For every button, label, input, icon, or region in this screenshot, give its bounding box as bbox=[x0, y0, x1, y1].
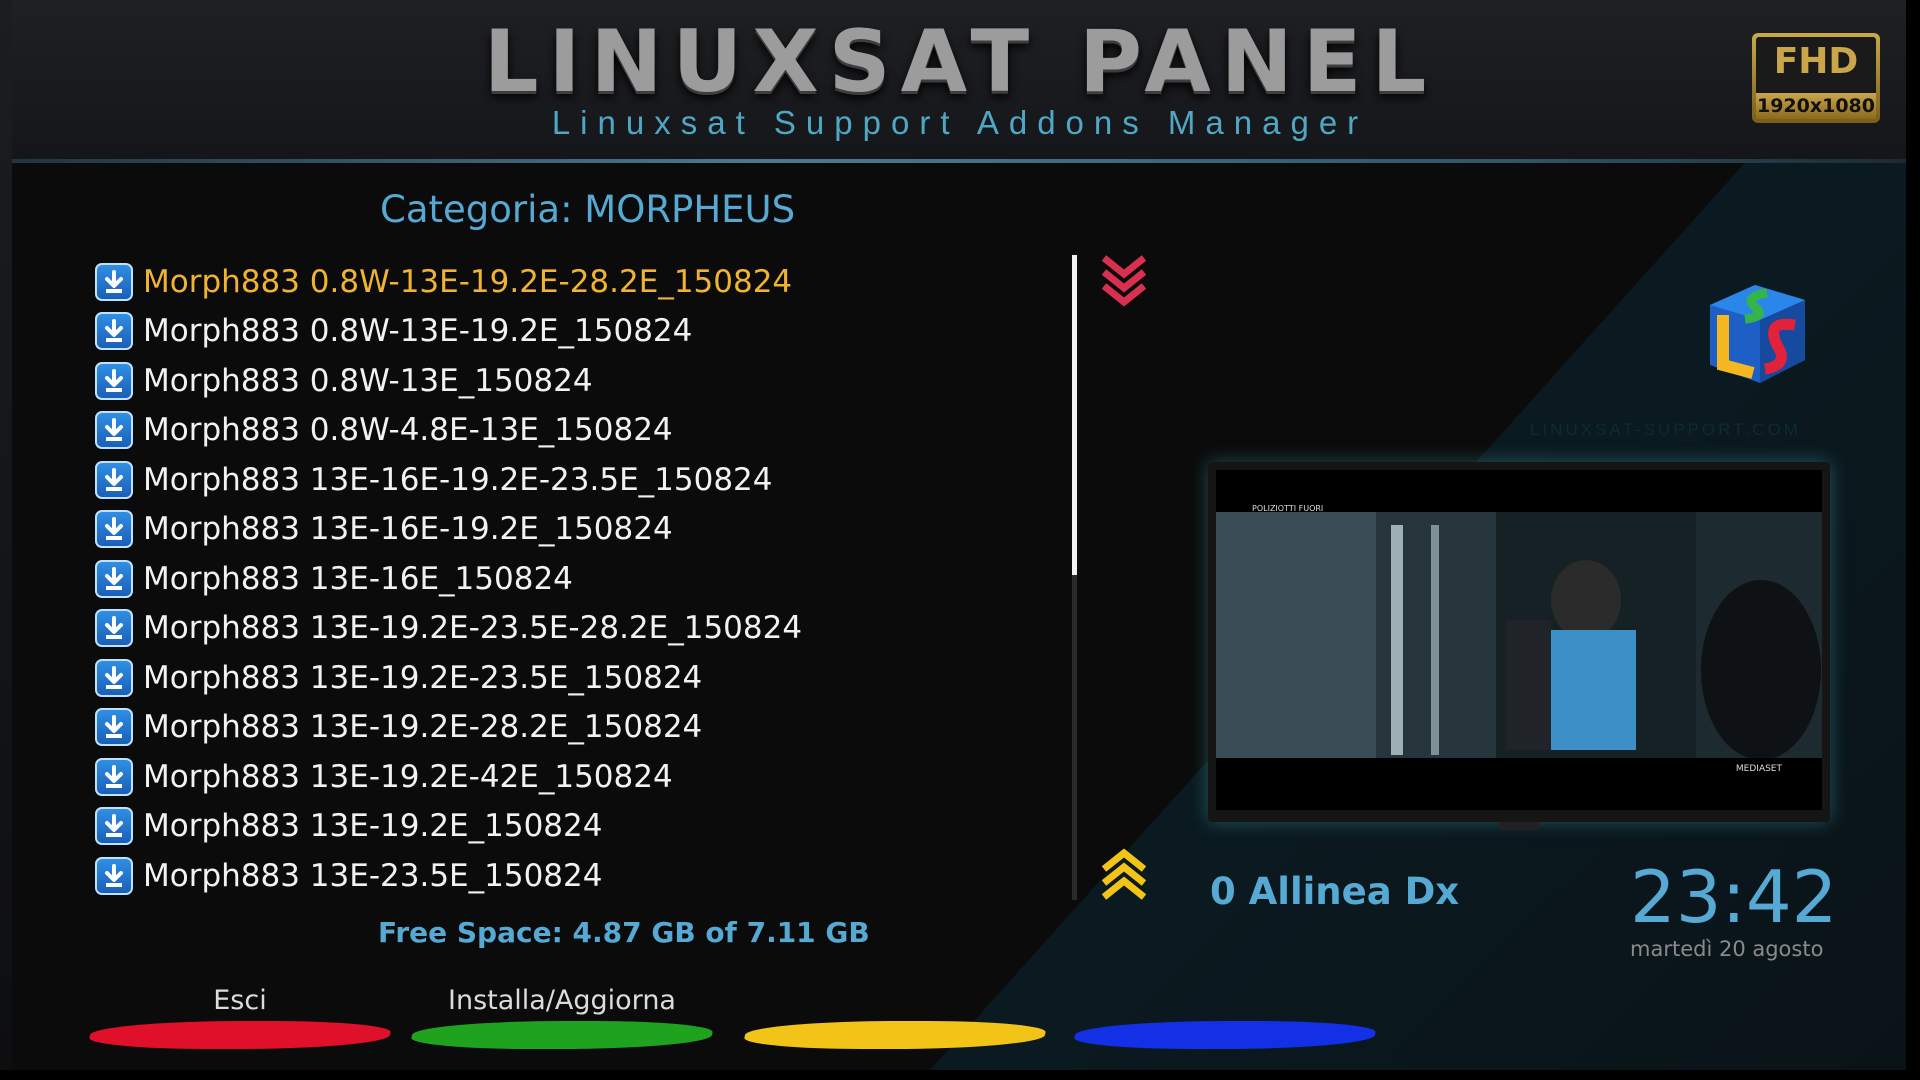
align-label: 0 Allinea Dx bbox=[1210, 870, 1460, 913]
download-icon bbox=[95, 559, 133, 598]
download-icon bbox=[95, 510, 133, 549]
app-title: LINUXSAT PANEL bbox=[483, 12, 1437, 112]
red-button-label: Esci bbox=[213, 985, 267, 1016]
addon-list-item-label: Morph883 13E-16E_150824 bbox=[143, 560, 573, 597]
page-down-icon bbox=[1102, 255, 1146, 307]
download-icon bbox=[95, 856, 133, 895]
red-button[interactable]: Esci bbox=[87, 985, 393, 1055]
addon-list-item[interactable]: Morph883 13E-19.2E-42E_150824 bbox=[95, 752, 1075, 802]
addon-list-item[interactable]: Morph883 13E-19.2E-28.2E_150824 bbox=[95, 703, 1075, 753]
blue-key-brush bbox=[1072, 1021, 1378, 1049]
date: martedì 20 agosto bbox=[1630, 937, 1824, 961]
frame-edge bbox=[1906, 0, 1920, 1080]
addon-list-item[interactable]: Morph883 13E-16E-19.2E_150824 bbox=[95, 505, 1075, 555]
tv-preview: POLIZIOTTI FUORI MEDIASET bbox=[1208, 462, 1830, 830]
addon-list-item-label: Morph883 13E-19.2E-23.5E-28.2E_150824 bbox=[143, 610, 803, 647]
addon-list-item-label: Morph883 13E-16E-19.2E-23.5E_150824 bbox=[143, 461, 773, 498]
addon-list-item[interactable]: Morph883 13E-23.5E_150824 bbox=[95, 851, 1075, 901]
addon-list-item[interactable]: Morph883 0.8W-13E-19.2E-28.2E_150824 bbox=[95, 257, 1075, 307]
addon-list-item[interactable]: Morph883 13E-16E-19.2E-23.5E_150824 bbox=[95, 455, 1075, 505]
addon-list-item-label: Morph883 0.8W-13E-19.2E_150824 bbox=[143, 313, 693, 350]
addon-list: Morph883 0.8W-13E-19.2E-28.2E_150824 Morp… bbox=[95, 257, 1075, 901]
app-subtitle: Linuxsat Support Addons Manager bbox=[551, 104, 1369, 141]
green-key-brush bbox=[409, 1021, 715, 1049]
download-icon bbox=[95, 312, 133, 351]
download-icon bbox=[95, 460, 133, 499]
free-space: Free Space: 4.87 GB of 7.11 GB bbox=[378, 916, 870, 949]
green-button-label: Installa/Aggiorna bbox=[448, 985, 676, 1016]
tv-stand bbox=[1499, 822, 1539, 830]
addon-list-item[interactable]: Morph883 13E-19.2E_150824 bbox=[95, 802, 1075, 852]
addon-list-item[interactable]: Morph883 0.8W-13E-19.2E_150824 bbox=[95, 307, 1075, 357]
download-icon bbox=[95, 807, 133, 846]
addon-list-item-label: Morph883 0.8W-13E-19.2E-28.2E_150824 bbox=[143, 263, 793, 300]
yellow-key-brush bbox=[742, 1021, 1048, 1049]
addon-list-item-label: Morph883 0.8W-13E_150824 bbox=[143, 362, 593, 399]
clock: 23:42 bbox=[1630, 855, 1838, 939]
site-url: LINUXSAT-SUPPORT.COM bbox=[1530, 420, 1801, 439]
tv-channel-logo: MEDIASET bbox=[1735, 764, 1782, 774]
frame-edge bbox=[0, 1070, 1920, 1080]
addon-list-item[interactable]: Morph883 13E-19.2E-23.5E-28.2E_150824 bbox=[95, 604, 1075, 654]
download-icon bbox=[95, 658, 133, 697]
scrollbar-thumb[interactable] bbox=[1072, 255, 1077, 575]
addon-list-item-label: Morph883 13E-19.2E-42E_150824 bbox=[143, 758, 673, 795]
video-frame-image bbox=[1216, 470, 1822, 810]
addon-list-item[interactable]: Morph883 13E-16E_150824 bbox=[95, 554, 1075, 604]
addon-list-item-label: Morph883 13E-16E-19.2E_150824 bbox=[143, 511, 673, 548]
download-icon bbox=[95, 757, 133, 796]
tv-screen: POLIZIOTTI FUORI MEDIASET bbox=[1216, 470, 1822, 810]
category-title: Categoria: MORPHEUS bbox=[380, 188, 796, 231]
addon-list-item-label: Morph883 13E-19.2E-28.2E_150824 bbox=[143, 709, 703, 746]
blue-button[interactable] bbox=[1072, 985, 1378, 1055]
fhd-badge-label: FHD bbox=[1773, 41, 1859, 82]
fhd-badge: FHD 1920x1080 bbox=[1752, 33, 1880, 123]
scrollbar[interactable] bbox=[1072, 255, 1077, 900]
linuxsat-logo-icon bbox=[1710, 285, 1805, 383]
fhd-badge-resolution: 1920x1080 bbox=[1756, 93, 1876, 119]
tv-caption: POLIZIOTTI FUORI bbox=[1252, 504, 1324, 513]
addon-list-item-label: Morph883 13E-19.2E_150824 bbox=[143, 808, 603, 845]
download-icon bbox=[95, 262, 133, 301]
download-icon bbox=[95, 361, 133, 400]
green-button[interactable]: Installa/Aggiorna bbox=[409, 985, 715, 1055]
download-icon bbox=[95, 609, 133, 648]
addon-list-item-label: Morph883 13E-19.2E-23.5E_150824 bbox=[143, 659, 703, 696]
red-key-brush bbox=[87, 1021, 393, 1049]
addon-list-item[interactable]: Morph883 0.8W-13E_150824 bbox=[95, 356, 1075, 406]
yellow-button[interactable] bbox=[742, 985, 1048, 1055]
header-divider bbox=[12, 159, 1908, 163]
addon-list-item[interactable]: Morph883 0.8W-4.8E-13E_150824 bbox=[95, 406, 1075, 456]
screen: LINUXSAT PANEL Linuxsat Support Addons M… bbox=[0, 0, 1920, 1080]
addon-list-item[interactable]: Morph883 13E-19.2E-23.5E_150824 bbox=[95, 653, 1075, 703]
download-icon bbox=[95, 708, 133, 747]
download-icon bbox=[95, 411, 133, 450]
addon-list-item-label: Morph883 0.8W-4.8E-13E_150824 bbox=[143, 412, 673, 449]
addon-list-item-label: Morph883 13E-23.5E_150824 bbox=[143, 857, 603, 894]
page-up-icon bbox=[1102, 848, 1146, 900]
